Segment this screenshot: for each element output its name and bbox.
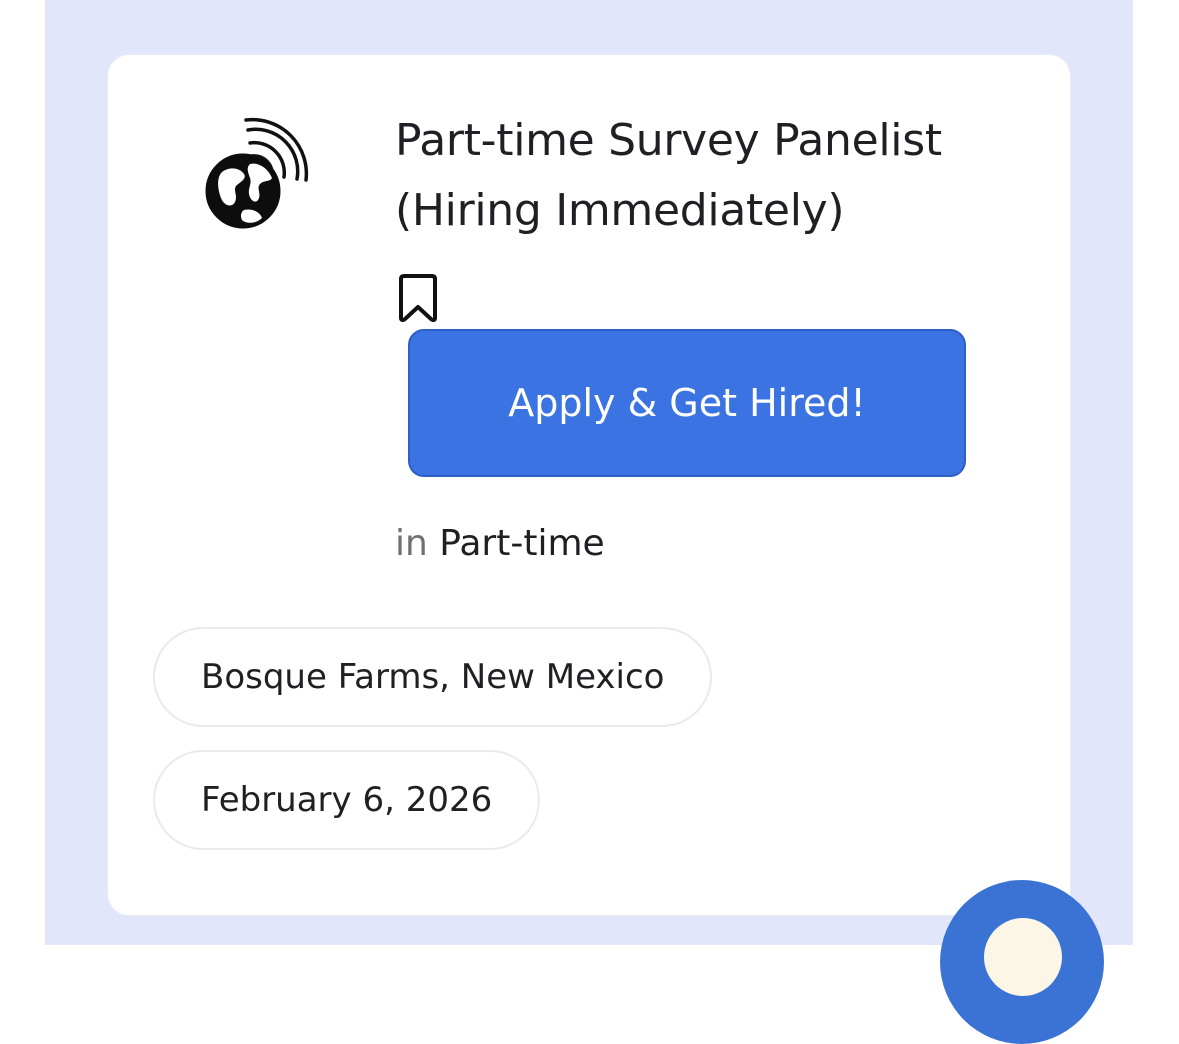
date-text: February 6, 2026 xyxy=(201,780,493,820)
apply-button[interactable]: Apply & Get Hired! xyxy=(408,329,966,477)
location-tag: Bosque Farms, New Mexico xyxy=(153,627,713,727)
location-text: Bosque Farms, New Mexico xyxy=(201,657,665,697)
chat-bubble-icon xyxy=(984,918,1062,996)
category-link[interactable]: Part-time xyxy=(439,523,604,564)
date-tag: February 6, 2026 xyxy=(153,750,541,850)
job-title-line-2: (Hiring Immediately) xyxy=(395,185,845,236)
chat-fab-button[interactable] xyxy=(940,880,1104,1044)
category-prefix: in xyxy=(395,523,428,564)
company-logo xyxy=(200,116,312,232)
job-title-line-1: Part-time Survey Panelist xyxy=(395,115,942,166)
job-category: in Part-time xyxy=(395,517,605,571)
globe-broadcast-icon xyxy=(205,117,309,229)
bookmark-icon[interactable] xyxy=(397,273,439,323)
job-title: Part-time Survey Panelist (Hiring Immedi… xyxy=(395,106,1015,246)
